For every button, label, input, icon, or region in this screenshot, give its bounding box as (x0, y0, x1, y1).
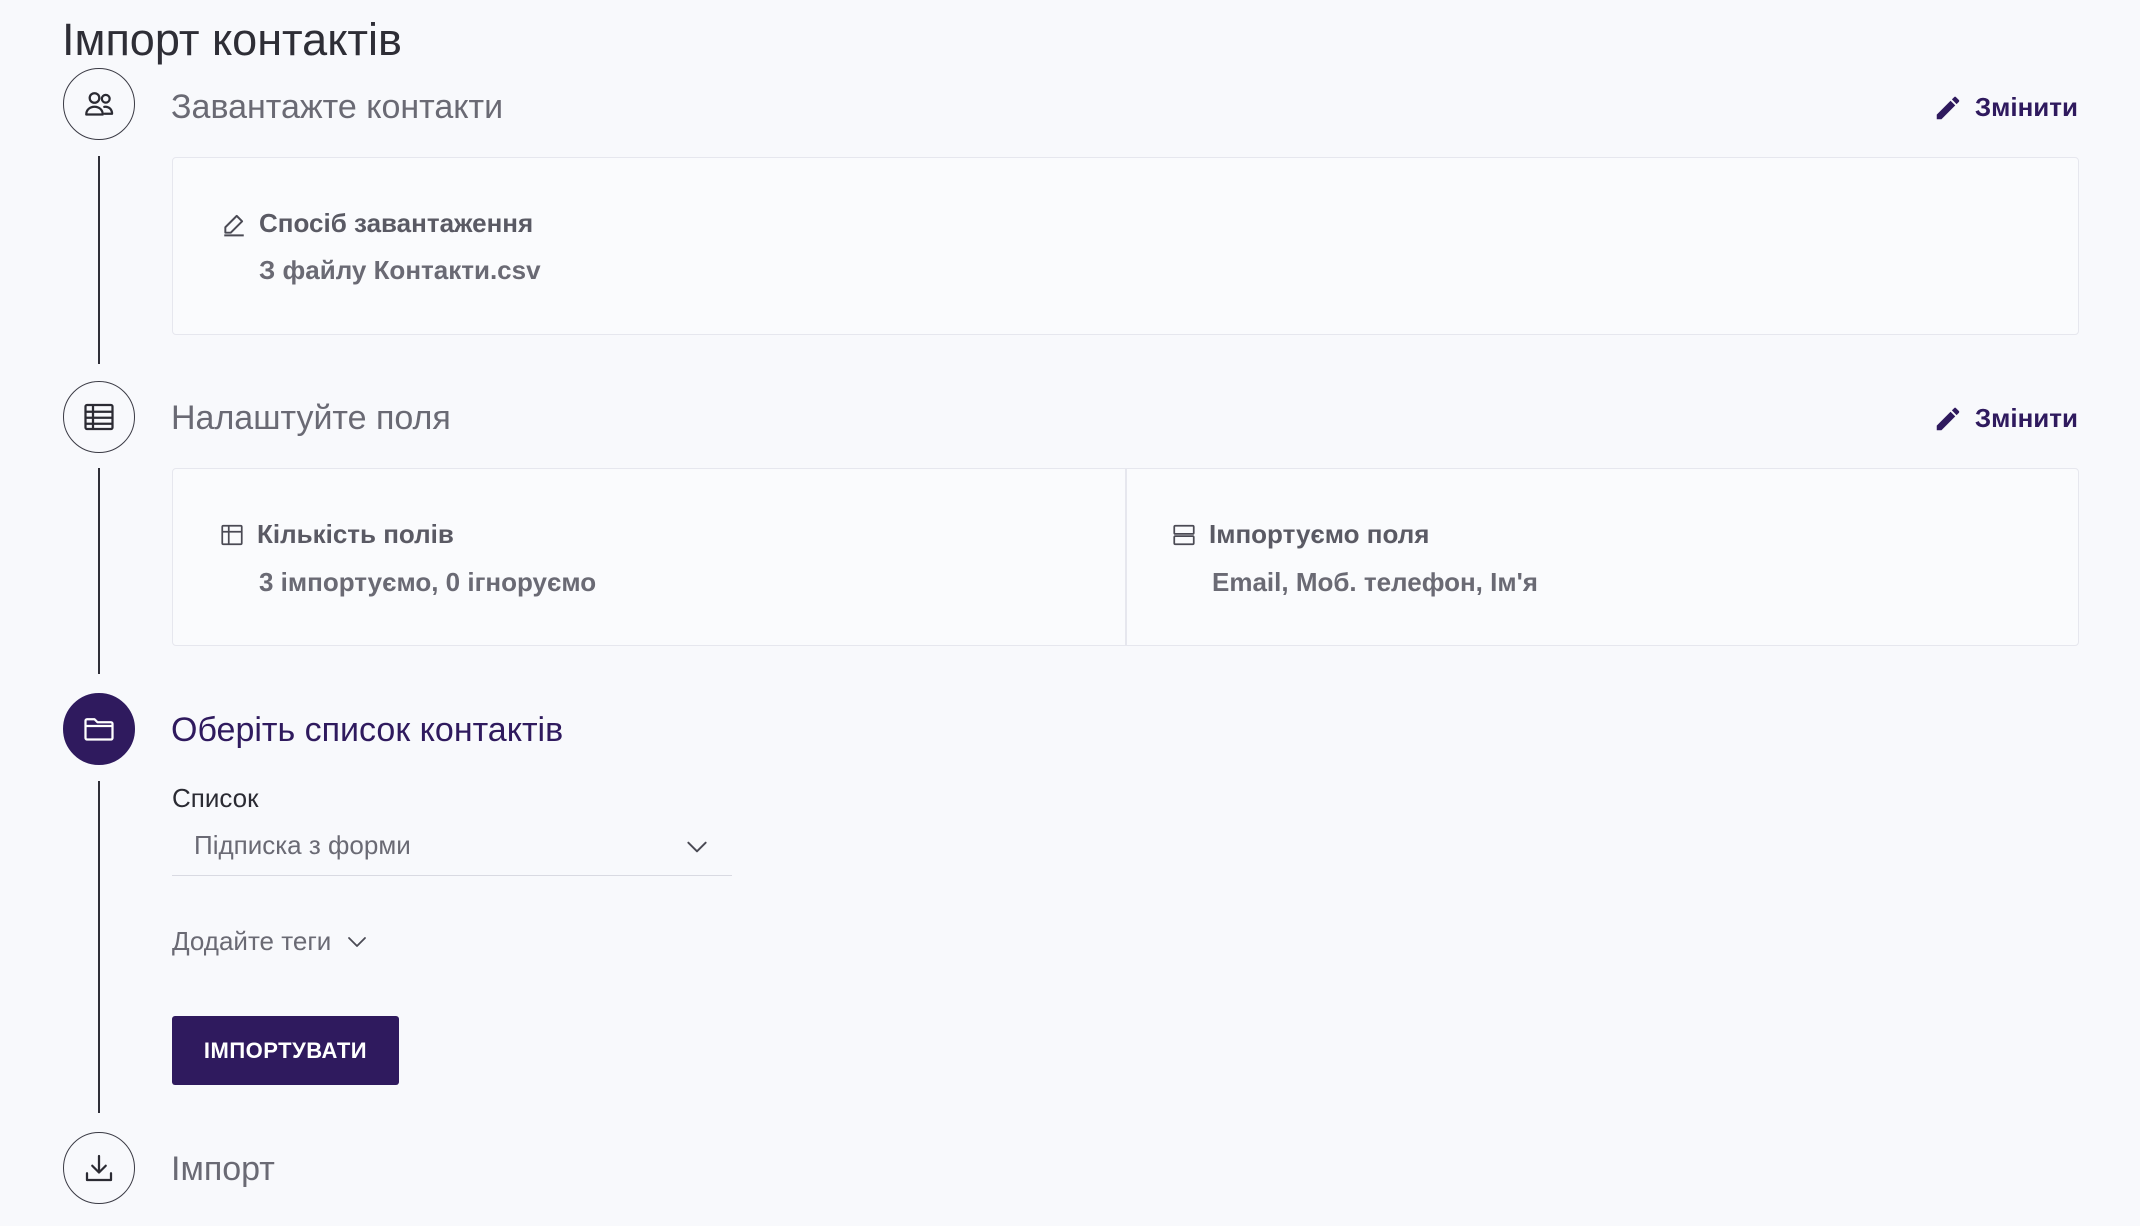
stepper-connector (98, 781, 100, 1113)
list-label: Список (172, 783, 259, 813)
rows-icon (1173, 524, 1195, 545)
stepper-connector (98, 156, 100, 364)
step-2-edit-label: Змінити (1974, 403, 2078, 433)
import-contacts-page: Імпорт контактів Завантажте контакти Змі… (0, 0, 2140, 1226)
upload-method-heading: Спосіб завантаження (221, 208, 533, 239)
upload-method-value: З файлу Контакти.csv (259, 255, 541, 285)
upload-method-label: Спосіб завантаження (259, 208, 534, 238)
card-divider (1125, 469, 1127, 645)
pencil-icon (1936, 407, 1960, 430)
step-2-edit-button[interactable]: Змінити (1933, 403, 2078, 434)
pencil-outline-icon (224, 214, 244, 236)
imported-fields-value: Email, Моб. телефон, Ім'я (1212, 567, 1538, 597)
step-1-users-icon (63, 68, 135, 140)
step-2-table-icon (63, 381, 135, 453)
fields-count-value: 3 імпортуємо, 0 ігноруємо (259, 567, 597, 597)
contact-list-select[interactable]: Підписка з форми (172, 824, 732, 876)
step-4-title: Імпорт (171, 1150, 275, 1188)
step-2-title: Налаштуйте поля (171, 399, 451, 437)
step-1-edit-label: Змінити (1974, 92, 2078, 122)
chevron-down-icon (348, 936, 367, 947)
step-1-title: Завантажте контакти (171, 88, 504, 126)
chevron-down-icon (687, 841, 707, 853)
pencil-icon (1936, 96, 1960, 119)
step-4-download-icon (63, 1132, 135, 1204)
contact-list-selected-value: Підписка з форми (194, 830, 411, 860)
step-3-folder-icon (63, 693, 135, 765)
fields-count-heading: Кількість полів (219, 519, 454, 550)
stepper-connector (98, 468, 100, 674)
imported-fields-label: Імпортуємо поля (1209, 519, 1430, 549)
import-button[interactable]: ІМПОРТУВАТИ (172, 1016, 399, 1085)
grid-icon (221, 524, 243, 545)
add-tags-toggle[interactable]: Додайте теги (172, 926, 369, 957)
upload-summary-card: Спосіб завантаження З файлу Контакти.csv (172, 157, 2079, 335)
step-1-edit-button[interactable]: Змінити (1933, 92, 2078, 123)
fields-count-label: Кількість полів (257, 519, 454, 549)
page-title: Імпорт контактів (62, 14, 402, 65)
add-tags-label: Додайте теги (172, 926, 332, 956)
step-3-title: Оберіть список контактів (171, 711, 564, 749)
fields-summary-card: Кількість полів 3 імпортуємо, 0 ігноруєм… (172, 468, 2079, 646)
imported-fields-heading: Імпортуємо поля (1171, 519, 1429, 550)
